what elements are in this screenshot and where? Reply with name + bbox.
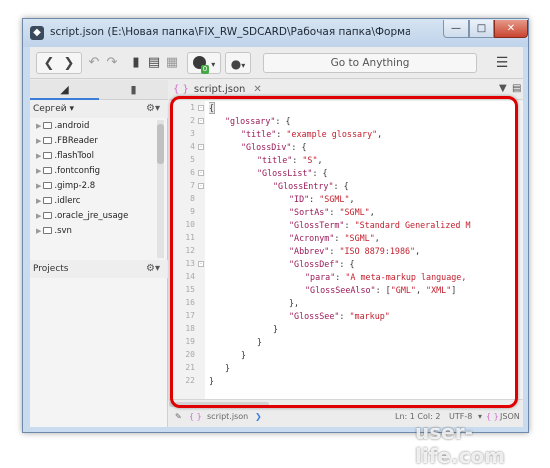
expand-arrow-icon[interactable]: ▶	[36, 167, 41, 175]
list-item[interactable]: ▶ .idlerc	[30, 194, 154, 209]
expand-arrow-icon[interactable]: ▶	[36, 212, 41, 220]
projects-header[interactable]: Projects ⚙▾	[30, 260, 168, 278]
gear-icon[interactable]: ⚙▾	[146, 100, 160, 118]
forward-arrow-icon[interactable]: ❯	[59, 53, 79, 75]
watermark: user-life.com	[415, 420, 506, 468]
redo-icon[interactable]: ↷	[104, 52, 120, 74]
folder-icon	[43, 227, 53, 234]
folder-name: .FBReader	[54, 136, 98, 146]
sidebar-scrollbar[interactable]	[157, 120, 164, 258]
folder-name: .fontconfig	[54, 166, 101, 176]
go-to-anything-input[interactable]: Go to Anything	[263, 53, 477, 73]
folder-name: .oracle_jre_usage	[54, 211, 129, 221]
main-toolbar: ❮ ❯ ↶ ↷ ▮ ▤ ▦ 0 ▾ ●▾ Go to Anything ☰	[30, 47, 523, 79]
json-file-icon: { }	[189, 412, 202, 421]
gear-icon[interactable]: ⚙▾	[146, 260, 160, 278]
scrollbar-thumb[interactable]	[157, 124, 164, 164]
status-file-name[interactable]: script.json	[207, 412, 248, 421]
folder-name: .flashTool	[54, 151, 94, 161]
expand-arrow-icon[interactable]: ▶	[36, 122, 41, 130]
title-bar[interactable]: ◆ script.json (E:\Новая папка\FIX_RW_SDC…	[23, 19, 528, 47]
chevron-down-icon: ▾	[241, 61, 246, 70]
split-view-icon[interactable]: ▤	[512, 83, 521, 94]
tab-list-icon[interactable]: ▼	[499, 83, 507, 94]
chevron-down-icon: ▾	[211, 60, 216, 69]
file-icon: ▮	[130, 83, 137, 96]
folder-name: .android	[54, 121, 90, 131]
status-file-icon: ✎	[175, 412, 182, 421]
chevron-down-icon: ▾	[69, 104, 75, 114]
expand-arrow-icon[interactable]: ▶	[36, 152, 41, 160]
folder-icon: ◢	[60, 83, 69, 96]
chevron-right-icon: ❯	[255, 412, 262, 421]
sidebar-tabs: ◢ ▮	[30, 80, 168, 100]
expand-arrow-icon[interactable]: ▶	[36, 182, 41, 190]
globe-icon: ●	[230, 57, 242, 71]
close-button[interactable]: ✕	[494, 20, 528, 38]
folder-icon	[43, 212, 53, 219]
folder-icon	[43, 182, 53, 189]
folder-icon	[43, 152, 53, 159]
new-file-icon[interactable]: ▮	[128, 52, 144, 74]
tab-label: script.json	[193, 84, 246, 95]
save-icon[interactable]: ▦	[164, 52, 180, 74]
maximize-button[interactable]: □	[469, 20, 494, 38]
open-folder-icon[interactable]: ▤	[146, 52, 162, 74]
folder-name: .gimp-2.8	[54, 181, 96, 191]
folder-icon	[43, 122, 53, 129]
expand-arrow-icon[interactable]: ▶	[36, 137, 41, 145]
file-tree: ▶ .android ▶ .FBReader ▶ .flashTool ▶ .fontc…	[30, 119, 154, 259]
tab-code[interactable]: ▮	[99, 80, 168, 100]
expand-arrow-icon[interactable]: ▶	[36, 197, 41, 205]
projects-label: Projects	[33, 264, 69, 274]
minimize-button[interactable]: —	[443, 20, 469, 38]
globe-button[interactable]: ●▾	[225, 52, 251, 74]
list-item[interactable]: ▶ .gimp-2.8	[30, 179, 154, 194]
tab-places[interactable]: ◢	[30, 80, 99, 100]
places-root-label: Сергей	[33, 104, 67, 114]
undo-icon[interactable]: ↶	[86, 52, 102, 74]
folder-icon	[43, 137, 53, 144]
highlight-frame	[170, 96, 518, 408]
hamburger-menu-icon[interactable]: ☰	[487, 52, 517, 74]
debug-count-badge: 0	[200, 65, 210, 74]
folder-name: .svn	[54, 226, 72, 236]
komodo-app-icon: ◆	[30, 26, 44, 40]
window-title: script.json (E:\Новая папка\FIX_RW_SDCAR…	[50, 26, 410, 38]
back-arrow-icon[interactable]: ❮	[39, 53, 59, 75]
list-item[interactable]: ▶ .flashTool	[30, 149, 154, 164]
list-item[interactable]: ▶ .fontconfig	[30, 164, 154, 179]
places-sidebar: ◢ ▮ Сергей ▾ ⚙▾ ▶ .android ▶ .FBReader ▶ .f…	[30, 80, 168, 427]
places-header[interactable]: Сергей ▾ ⚙▾	[30, 100, 168, 118]
list-item[interactable]: ▶ .oracle_jre_usage	[30, 209, 154, 224]
expand-arrow-icon[interactable]: ▶	[36, 227, 41, 235]
list-item[interactable]: ▶ .android	[30, 119, 154, 134]
debug-button[interactable]: 0 ▾	[187, 52, 221, 74]
file-name: .idlerc	[54, 196, 81, 206]
close-tab-icon[interactable]: ✕	[253, 84, 261, 95]
file-icon	[43, 197, 53, 204]
json-file-icon: { }	[173, 84, 189, 95]
back-forward-group: ❮ ❯	[36, 52, 82, 74]
list-item[interactable]: ▶ .FBReader	[30, 134, 154, 149]
folder-icon	[43, 167, 53, 174]
list-item[interactable]: ▶ .svn	[30, 224, 154, 239]
